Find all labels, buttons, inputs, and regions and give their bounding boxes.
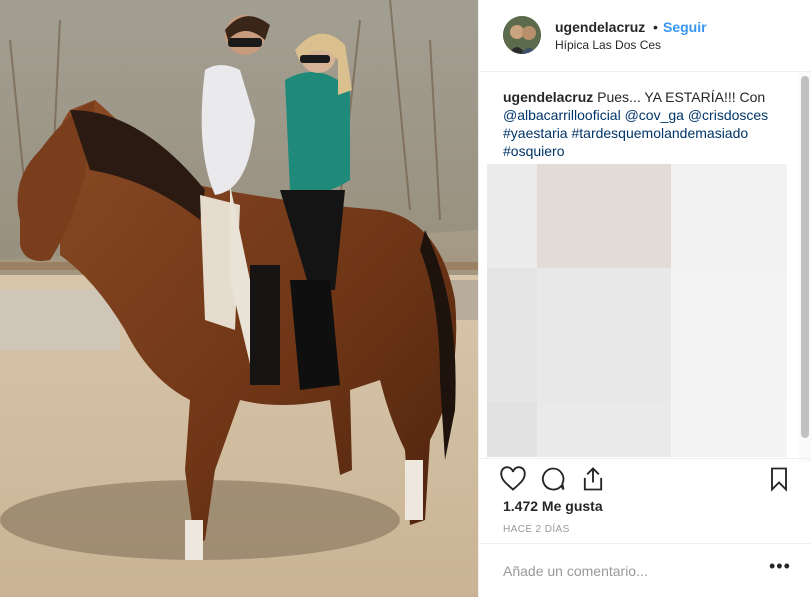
post-location[interactable]: Hípica Las Dos Ces (555, 38, 661, 52)
like-count[interactable]: 1.472 Me gusta (503, 498, 603, 514)
post-sidebar: ugendelacruz • Seguir Hípica Las Dos Ces… (478, 0, 811, 597)
instagram-post: ugendelacruz • Seguir Hípica Las Dos Ces… (0, 0, 811, 597)
post-photo[interactable] (0, 0, 478, 597)
avatar-image (503, 16, 541, 54)
post-header: ugendelacruz • Seguir Hípica Las Dos Ces (479, 0, 811, 72)
more-options-icon[interactable]: ••• (769, 556, 791, 577)
caption-username[interactable]: ugendelacruz (503, 89, 593, 105)
comment-input[interactable]: Añade un comentario... (503, 563, 743, 579)
share-icon[interactable] (579, 465, 607, 493)
mention-link[interactable]: @cov_ga (625, 107, 684, 123)
comments-scrollbar[interactable] (801, 76, 809, 438)
comments-placeholder (487, 164, 787, 457)
post-timestamp[interactable]: HACE 2 DÍAS (503, 524, 570, 535)
post-username[interactable]: ugendelacruz (555, 19, 645, 35)
caption-text: Pues... YA ESTARÍA!!! Con (597, 89, 766, 105)
horse-riders-image (0, 0, 478, 597)
bookmark-icon[interactable] (765, 465, 793, 493)
hashtag-link[interactable]: #osquiero (503, 143, 565, 159)
post-caption: ugendelacruz Pues... YA ESTARÍA!!! Con @… (503, 88, 793, 160)
separator-dot: • (653, 19, 658, 35)
hashtag-link[interactable]: #tardesquemolandemasiado (571, 125, 748, 141)
avatar[interactable] (503, 16, 541, 54)
hashtag-link[interactable]: #yaestaria (503, 125, 568, 141)
action-bar (479, 458, 811, 498)
heart-icon[interactable] (499, 465, 527, 493)
comment-bubble-icon[interactable] (539, 465, 567, 493)
mention-link[interactable]: @albacarrillooficial (503, 107, 621, 123)
mention-link[interactable]: @crisdosces (688, 107, 768, 123)
follow-button[interactable]: Seguir (663, 19, 707, 35)
comment-box: Añade un comentario... ••• (479, 543, 811, 597)
